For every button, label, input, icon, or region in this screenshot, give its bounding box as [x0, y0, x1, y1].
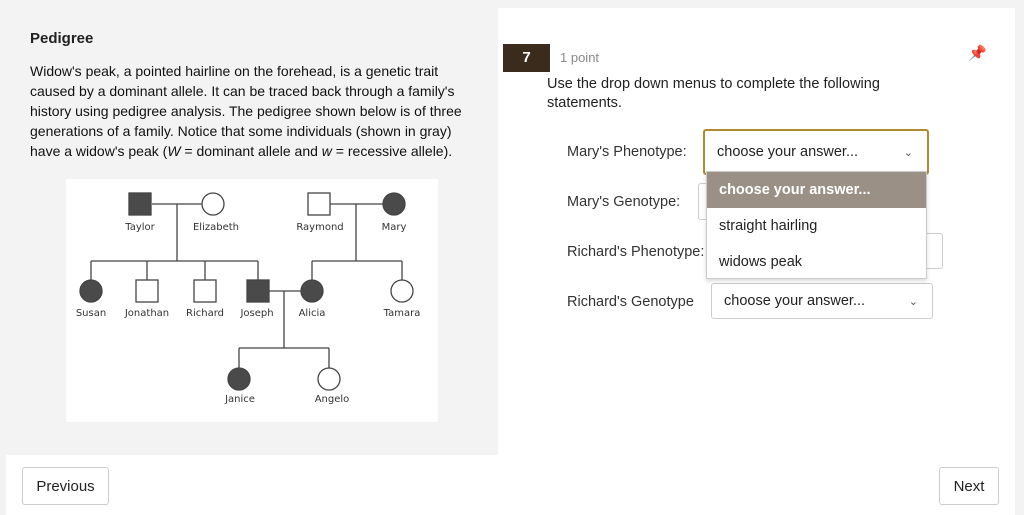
mary-symbol — [382, 192, 406, 216]
next-button[interactable]: Next — [939, 467, 999, 505]
chevron-down-icon: ⌄ — [908, 295, 918, 308]
passage-title: Pedigree — [30, 30, 94, 47]
label-marys-phenotype: Mary's Phenotype: — [567, 144, 687, 160]
select-value: choose your answer... — [724, 293, 866, 309]
label-richards-phenotype: Richard's Phenotype: — [567, 244, 705, 260]
question-points: 1 point — [560, 50, 600, 65]
susan-symbol — [79, 279, 103, 303]
select-value: choose your answer... — [717, 144, 859, 160]
richards-genotype-select[interactable]: choose your answer... ⌄ — [711, 283, 933, 319]
alicia-symbol — [300, 279, 324, 303]
elizabeth-symbol — [201, 192, 225, 216]
label-alicia: Alicia — [299, 308, 326, 319]
label-raymond: Raymond — [296, 222, 343, 233]
previous-button[interactable]: Previous — [22, 467, 109, 505]
label-angelo: Angelo — [315, 394, 350, 405]
navigation-bar — [6, 455, 1015, 515]
label-tamara: Tamara — [383, 308, 421, 319]
label-taylor: Taylor — [124, 222, 155, 233]
pin-icon[interactable]: 📌 — [968, 44, 987, 62]
label-marys-genotype: Mary's Genotype: — [567, 194, 681, 210]
question-instructions: Use the drop down menus to complete the … — [547, 76, 880, 111]
label-richards-genotype: Richard's Genotype — [567, 294, 694, 310]
label-jonathan: Jonathan — [124, 308, 169, 319]
label-richard: Richard — [186, 308, 224, 319]
label-elizabeth: Elizabeth — [193, 222, 239, 233]
dropdown-option[interactable]: choose your answer... — [707, 172, 926, 208]
raymond-symbol — [307, 192, 331, 216]
angelo-symbol — [317, 367, 341, 391]
passage-text: Widow's peak, a pointed hairline on the … — [30, 63, 462, 159]
marys-phenotype-select[interactable]: choose your answer... ⌄ — [703, 129, 929, 175]
richard-symbol — [193, 279, 217, 303]
pedigree-chart: Taylor Elizabeth Raymond Mary Susan Jona… — [66, 179, 438, 422]
taylor-symbol — [128, 192, 152, 216]
label-janice: Janice — [224, 394, 255, 405]
label-susan: Susan — [76, 308, 106, 319]
question-number: 7 — [503, 44, 550, 72]
dropdown-option[interactable]: straight hairling — [707, 208, 926, 244]
label-joseph: Joseph — [239, 308, 273, 319]
dropdown-option[interactable]: widows peak — [707, 244, 926, 280]
marys-phenotype-dropdown-menu: choose your answer... straight hairling … — [706, 171, 927, 279]
jonathan-symbol — [135, 279, 159, 303]
joseph-symbol — [246, 279, 270, 303]
chevron-down-icon: ⌄ — [903, 146, 913, 159]
label-mary: Mary — [382, 222, 407, 233]
tamara-symbol — [390, 279, 414, 303]
janice-symbol — [227, 367, 251, 391]
